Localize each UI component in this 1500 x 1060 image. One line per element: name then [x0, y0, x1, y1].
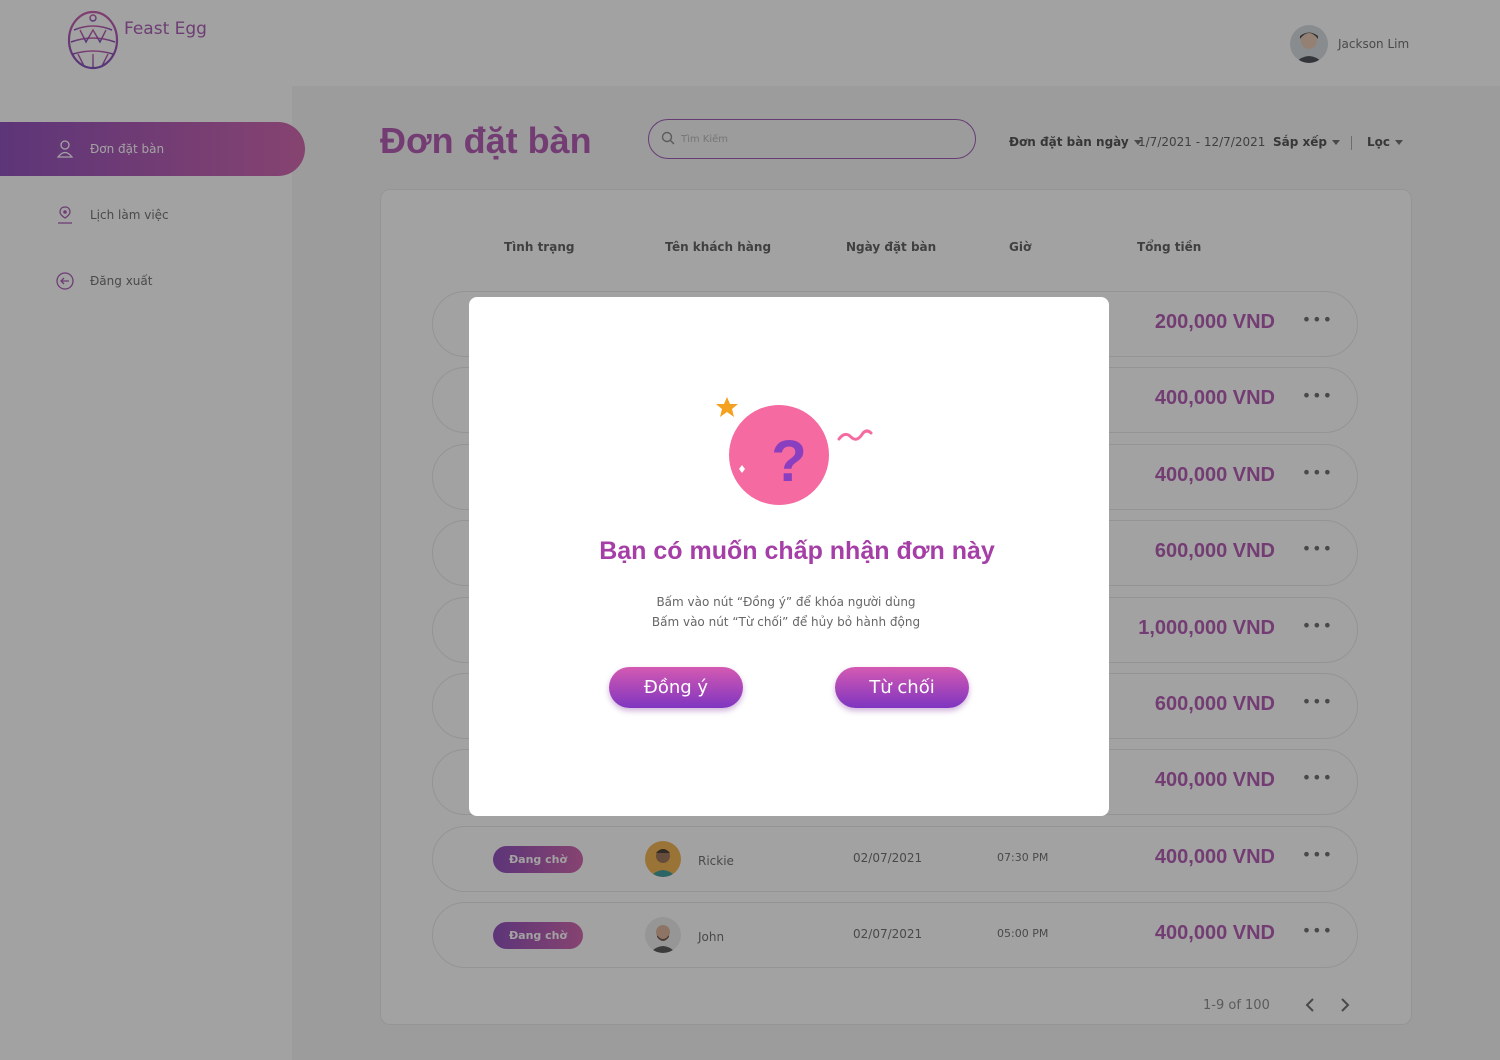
reject-button[interactable]: Từ chối	[835, 667, 969, 708]
question-mark-icon: ?	[716, 397, 873, 505]
confirm-dialog: ? Bạn có muốn chấp nhận đơn này Bấm vào …	[469, 297, 1109, 816]
accept-button[interactable]: Đồng ý	[609, 667, 743, 708]
dialog-description-line-1: Bấm vào nút “Đồng ý” để khóa người dùng	[656, 595, 916, 609]
dialog-description-line-2: Bấm vào nút “Từ chối” để hủy bỏ hành độn…	[651, 615, 921, 629]
dialog-title: Bạn có muốn chấp nhận đơn này	[599, 537, 995, 565]
svg-text:?: ?	[771, 429, 806, 494]
